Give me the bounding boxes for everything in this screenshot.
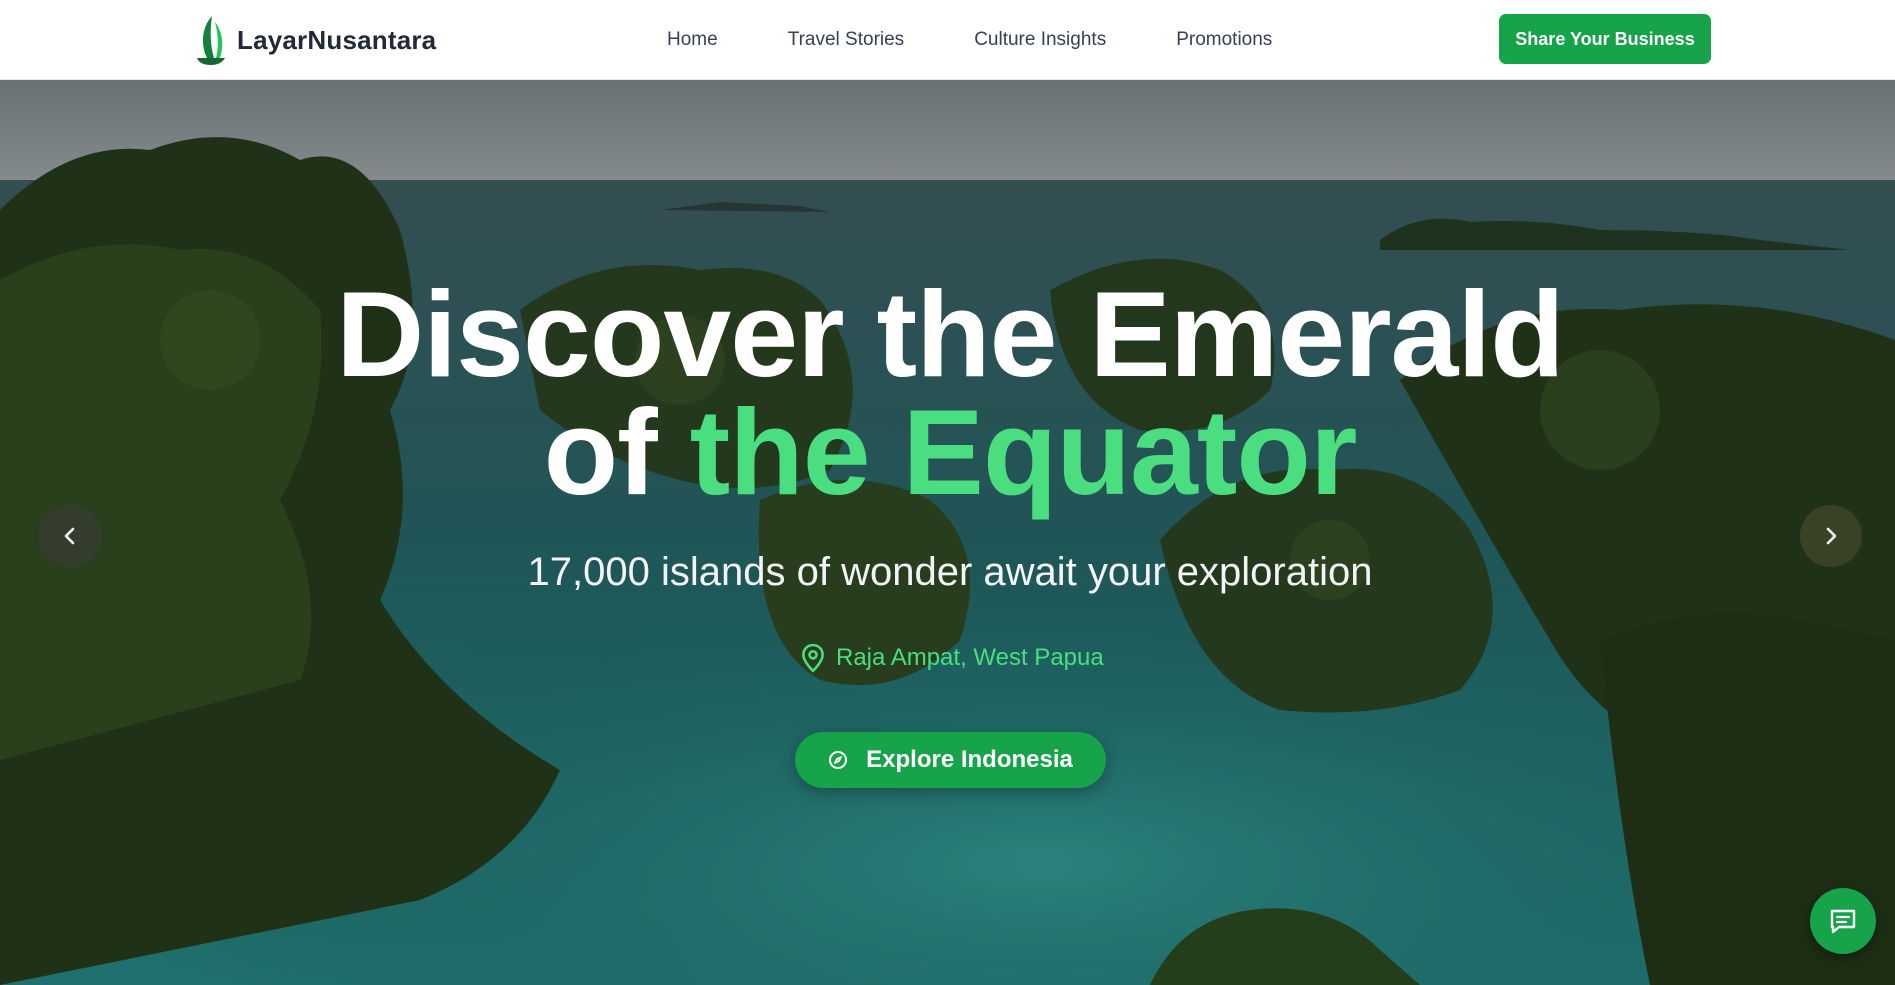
explore-indonesia-button[interactable]: Explore Indonesia xyxy=(795,732,1106,788)
nav-link-home[interactable]: Home xyxy=(667,29,718,51)
chevron-right-icon xyxy=(1826,527,1837,545)
chevron-left-icon xyxy=(64,527,75,545)
explore-button-label: Explore Indonesia xyxy=(866,746,1073,773)
headline-accent: the Equator xyxy=(689,384,1358,520)
top-navbar: LayarNusantara Home Travel Stories Cultu… xyxy=(0,0,1895,80)
share-your-business-button[interactable]: Share Your Business xyxy=(1499,14,1711,64)
chat-icon xyxy=(1830,909,1856,934)
nav-link-culture-insights[interactable]: Culture Insights xyxy=(974,29,1106,51)
compass-icon xyxy=(828,750,848,770)
location-label: Raja Ampat, West Papua xyxy=(836,644,1104,671)
map-pin-icon xyxy=(802,643,824,673)
hero-location: Raja Ampat, West Papua xyxy=(800,640,1104,676)
hero-headline: Discover the Emerald of the Equator xyxy=(0,273,1895,513)
nav-link-promotions[interactable]: Promotions xyxy=(1176,29,1272,51)
chat-button[interactable] xyxy=(1810,888,1876,954)
headline-line-2-prefix: of xyxy=(543,384,690,520)
carousel-prev-button[interactable] xyxy=(39,505,101,567)
brand-logo[interactable]: LayarNusantara xyxy=(193,12,436,68)
carousel-next-button[interactable] xyxy=(1800,505,1862,567)
sailboat-icon xyxy=(197,16,225,65)
nav-link-travel-stories[interactable]: Travel Stories xyxy=(788,29,905,51)
brand-name: LayarNusantara xyxy=(237,24,437,55)
main-nav: Home Travel Stories Culture Insights Pro… xyxy=(667,0,1272,80)
hero-dark-overlay xyxy=(0,80,1895,985)
headline-line-1: Discover the Emerald xyxy=(336,266,1565,402)
hero-carousel: Discover the Emerald of the Equator 17,0… xyxy=(0,80,1895,985)
hero-subtitle: 17,000 islands of wonder await your expl… xyxy=(527,550,1373,594)
